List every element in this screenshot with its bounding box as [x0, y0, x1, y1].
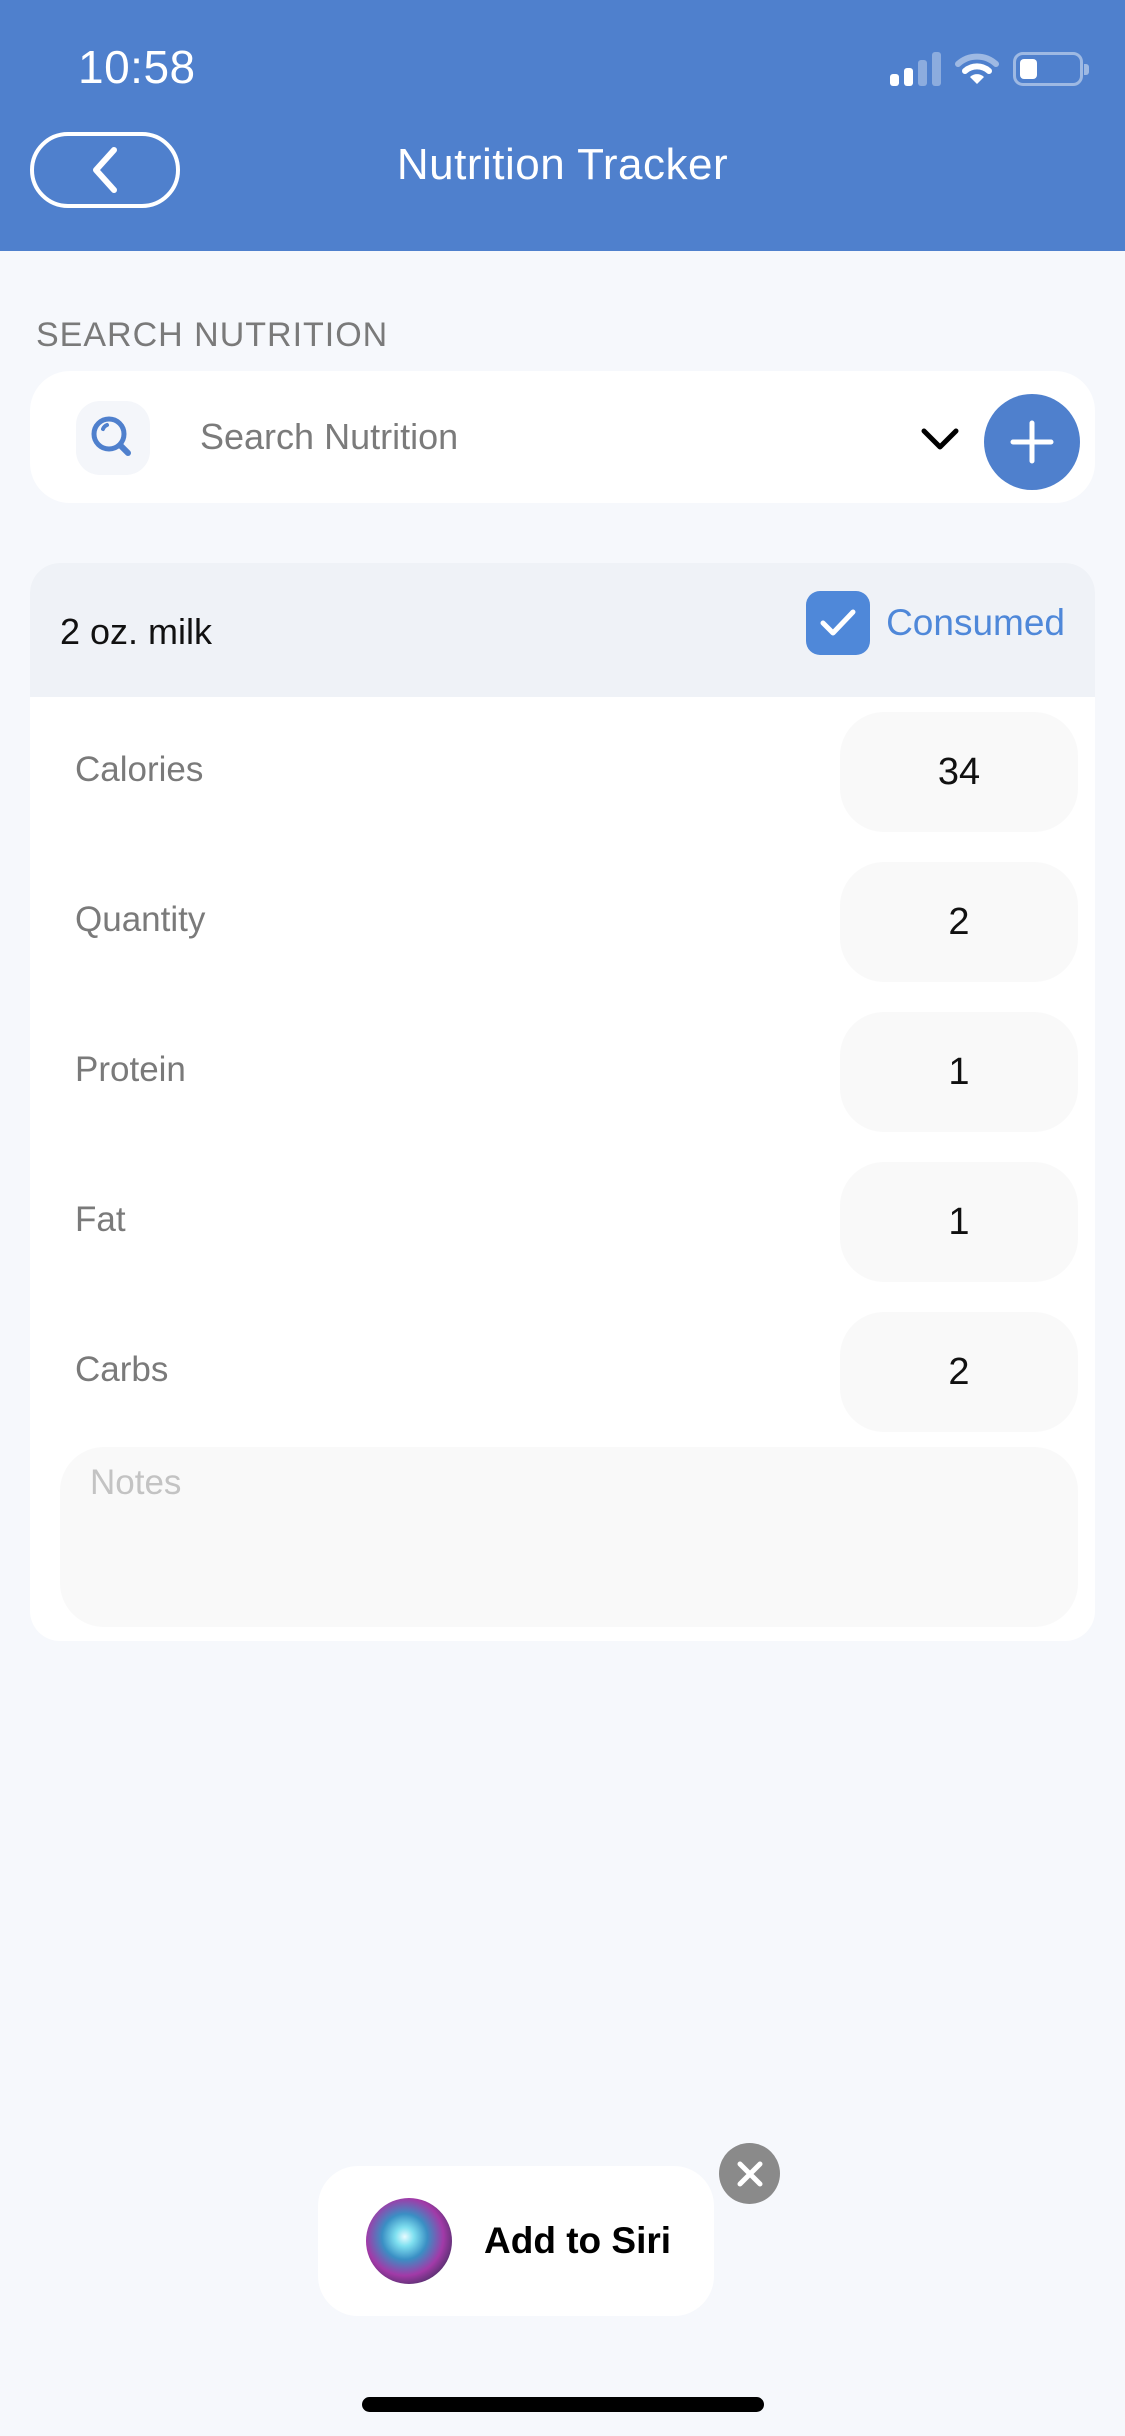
consumed-toggle[interactable]: Consumed [806, 591, 1065, 655]
search-icon [91, 416, 131, 456]
cellular-signal-icon [890, 52, 941, 86]
wifi-icon [955, 53, 999, 84]
search-section-label: SEARCH NUTRITION [36, 316, 389, 354]
add-to-siri-label: Add to Siri [484, 2220, 672, 2261]
notes-field[interactable] [60, 1447, 1078, 1627]
field-row-fat: Fat [30, 1162, 1095, 1282]
battery-icon [1013, 52, 1089, 86]
field-label: Carbs [75, 1350, 169, 1389]
entry-header: 2 oz. milk Consumed [30, 563, 1095, 697]
field-label: Calories [75, 750, 204, 789]
app-header: 10:58 Nutrition Tracker [0, 0, 1125, 251]
calories-input[interactable] [840, 712, 1078, 832]
fat-input[interactable] [840, 1162, 1078, 1282]
entry-name: 2 oz. milk [60, 611, 213, 652]
field-label: Quantity [75, 900, 206, 939]
field-row-calories: Calories [30, 712, 1095, 832]
consumed-checkbox[interactable] [806, 591, 871, 655]
dropdown-toggle[interactable] [910, 409, 970, 469]
consumed-label: Consumed [886, 602, 1065, 643]
status-time: 10:58 [78, 41, 196, 93]
chevron-down-icon [921, 428, 959, 450]
field-row-carbs: Carbs [30, 1312, 1095, 1432]
quantity-input[interactable] [840, 862, 1078, 982]
add-nutrition-button[interactable] [984, 394, 1080, 490]
field-row-protein: Protein [30, 1012, 1095, 1132]
checkmark-icon [820, 609, 856, 636]
field-label: Fat [75, 1200, 126, 1239]
search-bar [30, 371, 1095, 503]
field-label: Protein [75, 1050, 186, 1089]
plus-icon [1010, 420, 1054, 464]
close-icon [737, 2161, 762, 2186]
carbs-input[interactable] [840, 1312, 1078, 1432]
dismiss-siri-button[interactable] [719, 2143, 780, 2204]
search-icon-container[interactable] [76, 401, 150, 475]
nutrition-entry-card: 2 oz. milk Consumed Calories Quantity Pr… [30, 563, 1095, 1641]
home-indicator[interactable] [362, 2397, 764, 2412]
battery-level [1020, 59, 1037, 79]
search-input[interactable] [200, 407, 900, 467]
siri-icon [366, 2198, 452, 2284]
add-to-siri-button[interactable]: Add to Siri [318, 2166, 714, 2316]
page-title: Nutrition Tracker [396, 140, 729, 189]
protein-input[interactable] [840, 1012, 1078, 1132]
status-icons [890, 52, 1089, 86]
field-row-quantity: Quantity [30, 862, 1095, 982]
